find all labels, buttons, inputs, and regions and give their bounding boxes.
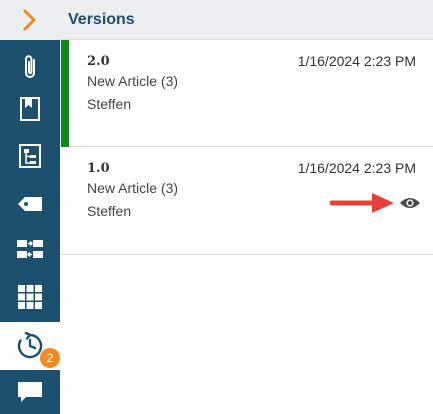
annotation-arrow-icon xyxy=(329,193,394,213)
sidebar-item-transfer[interactable] xyxy=(0,226,60,272)
sidebar-toggle-button[interactable] xyxy=(0,0,60,40)
transfer-icon xyxy=(17,240,43,258)
comment-icon xyxy=(18,382,42,402)
sidebar-item-bookmarks[interactable] xyxy=(0,86,60,132)
tag-icon xyxy=(18,197,42,211)
version-date: 1/16/2024 2:23 PM xyxy=(297,160,416,176)
grid-icon xyxy=(18,285,42,309)
sidebar-item-tags[interactable] xyxy=(0,181,60,227)
version-item[interactable]: 2.0 1/16/2024 2:23 PM New Article (3) St… xyxy=(60,40,433,147)
structure-icon xyxy=(19,144,41,168)
current-version-indicator xyxy=(61,40,69,147)
version-date: 1/16/2024 2:23 PM xyxy=(297,53,416,69)
version-number: 2.0 xyxy=(87,54,110,69)
history-count-badge: 2 xyxy=(40,348,60,368)
sidebar: 2 xyxy=(0,0,60,414)
sidebar-item-attachments[interactable] xyxy=(0,44,60,90)
versions-list: 2.0 1/16/2024 2:23 PM New Article (3) St… xyxy=(60,40,433,255)
version-title: New Article (3) xyxy=(87,73,179,89)
version-title: New Article (3) xyxy=(87,180,179,196)
versions-panel-header: Versions xyxy=(60,0,433,40)
eye-icon xyxy=(400,198,420,208)
bookmark-icon xyxy=(20,97,40,121)
sidebar-item-comments[interactable] xyxy=(0,370,60,414)
sidebar-item-structure[interactable] xyxy=(0,133,60,179)
paperclip-icon xyxy=(25,55,35,78)
view-version-button[interactable] xyxy=(398,191,422,215)
version-item[interactable]: 1.0 1/16/2024 2:23 PM New Article (3) St… xyxy=(60,147,433,255)
version-author: Steffen xyxy=(87,203,132,219)
version-number: 1.0 xyxy=(87,161,110,176)
chevron-right-icon xyxy=(23,9,36,31)
panel-title: Versions xyxy=(68,10,135,28)
version-author: Steffen xyxy=(87,96,132,112)
sidebar-item-grid[interactable] xyxy=(0,274,60,320)
